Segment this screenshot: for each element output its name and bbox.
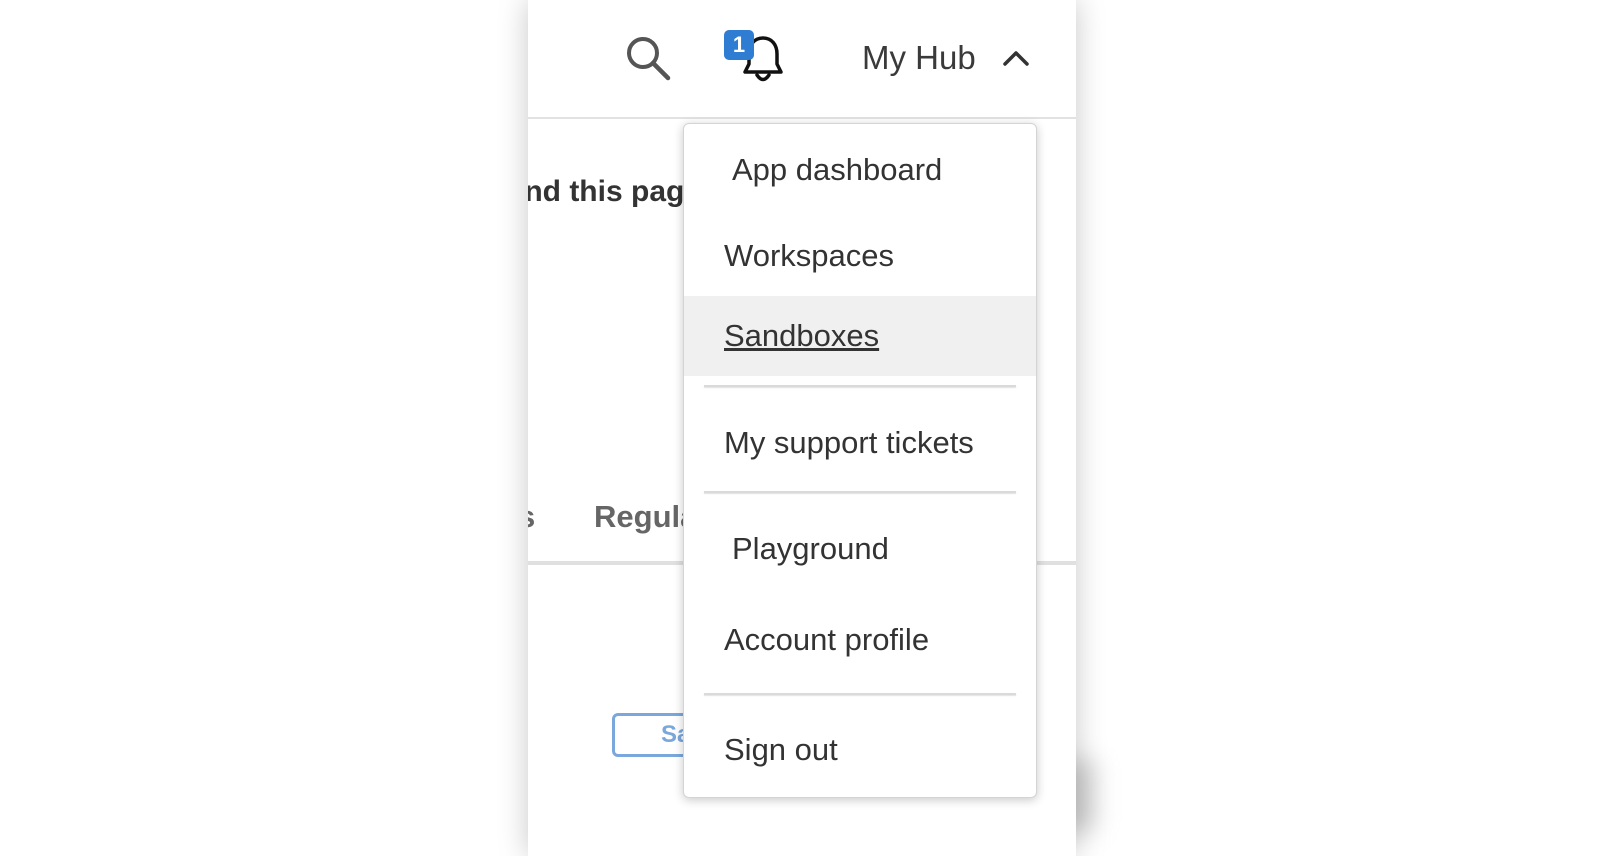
page-hint-text: ind this pag <box>528 175 685 208</box>
tab-regular[interactable]: Regula <box>594 499 697 535</box>
menu-item-playground[interactable]: Playground <box>684 501 1036 597</box>
menu-item-sandboxes[interactable]: Sandboxes <box>684 296 1036 376</box>
tab-fragment-left[interactable]: s <box>528 499 535 535</box>
app-panel: 1 My Hub ind this pag s Regula Sa <box>528 0 1076 856</box>
search-icon <box>627 37 671 81</box>
my-hub-dropdown-menu: App dashboard Workspaces Sandboxes My su… <box>683 123 1037 798</box>
menu-item-account-profile[interactable]: Account profile <box>684 597 1036 683</box>
notification-badge: 1 <box>724 30 754 60</box>
my-hub-label: My Hub <box>862 39 976 76</box>
notifications-button[interactable]: 1 <box>724 30 794 86</box>
search-button[interactable] <box>624 34 672 82</box>
top-header: 1 My Hub <box>528 0 1076 119</box>
app-stage: 1 My Hub ind this pag s Regula Sa <box>0 0 1600 856</box>
my-hub-menu-toggle[interactable]: My Hub <box>862 30 1030 86</box>
menu-item-workspaces[interactable]: Workspaces <box>684 216 1036 296</box>
menu-item-my-support-tickets[interactable]: My support tickets <box>684 395 1036 491</box>
menu-item-app-dashboard[interactable]: App dashboard <box>684 124 1036 216</box>
menu-divider <box>704 491 1016 493</box>
menu-divider <box>704 385 1016 387</box>
menu-item-sign-out[interactable]: Sign out <box>684 703 1036 797</box>
chevron-up-icon <box>1002 51 1029 66</box>
menu-divider <box>704 693 1016 695</box>
